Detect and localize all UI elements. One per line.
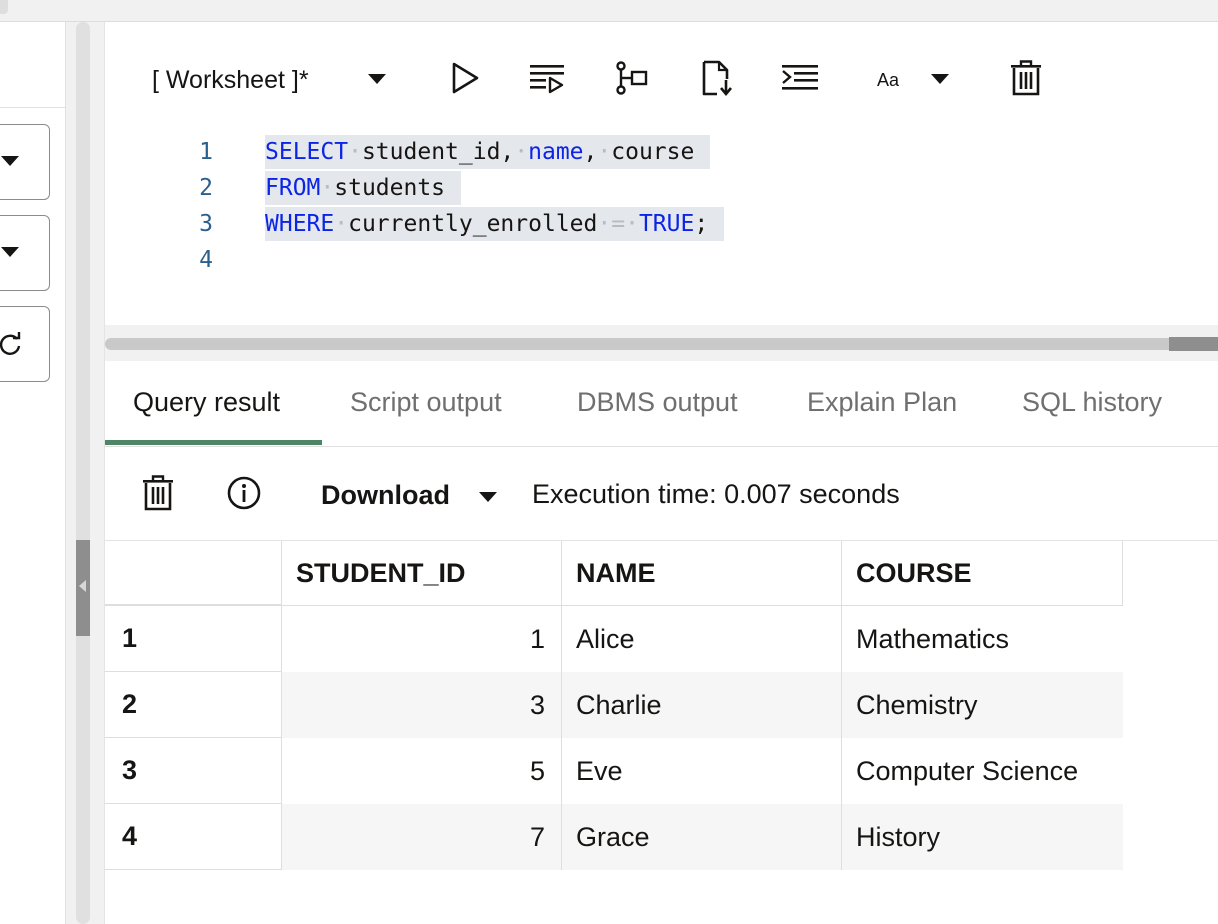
tab-dbms-output[interactable]: DBMS output — [577, 387, 738, 418]
autotrace-button[interactable] — [695, 56, 739, 100]
splitter-collapse-handle[interactable] — [76, 540, 90, 636]
autotrace-icon — [702, 60, 732, 97]
cell-course[interactable]: Chemistry — [842, 672, 1123, 738]
table-row[interactable]: 1 1 Alice Mathematics — [105, 606, 1123, 672]
column-header-name[interactable]: NAME — [562, 541, 842, 605]
cell-student-id[interactable]: 1 — [282, 606, 562, 672]
schema-select-dropdown[interactable] — [0, 124, 50, 200]
format-button[interactable] — [778, 56, 822, 100]
editor-horizontal-scrollbar[interactable] — [105, 325, 1218, 361]
cell-name[interactable]: Eve — [562, 738, 842, 804]
cell-student-id[interactable]: 5 — [282, 738, 562, 804]
worksheet-area: [ Worksheet ]* Aa 1 SELECT·student_id,·n… — [104, 22, 1218, 924]
tab-explain-plan[interactable]: Explain Plan — [807, 387, 957, 418]
run-statement-button[interactable] — [443, 56, 487, 100]
worksheet-menu-chevron-down-icon[interactable] — [368, 74, 386, 84]
trash-icon — [143, 475, 173, 511]
left-panel — [0, 22, 66, 924]
cell-course[interactable]: Mathematics — [842, 606, 1123, 672]
line-number: 3 — [199, 211, 213, 237]
run-script-button[interactable] — [525, 56, 569, 100]
cell-student-id[interactable]: 3 — [282, 672, 562, 738]
line-number: 2 — [199, 175, 213, 201]
top-strip-handle — [0, 0, 8, 14]
tab-query-result[interactable]: Query result — [133, 387, 280, 418]
font-size-icon[interactable]: Aa — [877, 70, 899, 91]
code-line: 1 SELECT·student_id,·name,·course — [105, 134, 1218, 170]
refresh-button[interactable] — [0, 306, 50, 382]
chevron-down-icon — [1, 156, 19, 166]
cell-course[interactable]: Computer Science — [842, 738, 1123, 804]
run-statement-icon — [452, 62, 479, 94]
table-row[interactable]: 4 7 Grace History — [105, 804, 1123, 870]
sql-editor[interactable]: 1 SELECT·student_id,·name,·course 2 FROM… — [105, 125, 1218, 325]
code-text: WHERE·currently_enrolled·=·TRUE; — [265, 207, 725, 241]
worksheet-title: [ Worksheet ]* — [152, 66, 309, 94]
row-number: 3 — [105, 738, 282, 804]
panel-splitter[interactable] — [66, 22, 104, 924]
row-number-header — [105, 541, 282, 605]
collapse-left-icon — [79, 580, 86, 592]
code-text: SELECT·student_id,·name,·course — [265, 135, 711, 169]
scrollbar-thumb[interactable] — [1169, 337, 1218, 351]
info-button[interactable] — [222, 471, 266, 515]
column-header-course[interactable]: COURSE — [842, 541, 1123, 605]
trash-icon — [1011, 60, 1041, 96]
download-chevron-down-icon[interactable] — [479, 492, 497, 502]
row-number: 4 — [105, 804, 282, 870]
cell-name[interactable]: Charlie — [562, 672, 842, 738]
code-line: 3 WHERE·currently_enrolled·=·TRUE; — [105, 206, 1218, 242]
active-tab-indicator — [105, 440, 322, 445]
cell-course[interactable]: History — [842, 804, 1123, 870]
table-row[interactable]: 2 3 Charlie Chemistry — [105, 672, 1123, 738]
explain-plan-icon — [616, 61, 648, 95]
scrollbar-track[interactable] — [105, 338, 1218, 350]
tab-script-output[interactable]: Script output — [350, 387, 502, 418]
code-line: 4 — [105, 242, 1218, 278]
line-number: 4 — [199, 247, 213, 273]
execution-time: Execution time: 0.007 seconds — [532, 479, 900, 509]
code-text: FROM·students — [265, 171, 462, 205]
code-line: 2 FROM·students — [105, 170, 1218, 206]
run-script-icon — [530, 65, 564, 94]
info-icon — [227, 476, 261, 510]
results-toolbar: Download Execution time: 0.007 seconds — [105, 447, 1218, 541]
table-row[interactable]: 3 5 Eve Computer Science — [105, 738, 1123, 804]
tab-sql-history[interactable]: SQL history — [1022, 387, 1162, 418]
top-strip — [0, 0, 1218, 22]
object-type-dropdown[interactable] — [0, 215, 50, 291]
clear-worksheet-button[interactable] — [1004, 56, 1048, 100]
font-size-chevron-down-icon[interactable] — [931, 74, 949, 84]
left-panel-divider — [0, 107, 66, 108]
cell-name[interactable]: Alice — [562, 606, 842, 672]
cell-name[interactable]: Grace — [562, 804, 842, 870]
cell-student-id[interactable]: 7 — [282, 804, 562, 870]
row-number: 2 — [105, 672, 282, 738]
vertical-scrollbar[interactable] — [76, 22, 90, 924]
format-icon — [782, 65, 818, 90]
grid-header-row: STUDENT_ID NAME COURSE — [105, 541, 1123, 606]
chevron-down-icon — [1, 247, 19, 257]
results-grid: STUDENT_ID NAME COURSE 1 1 Alice Mathema… — [105, 541, 1123, 870]
column-header-student-id[interactable]: STUDENT_ID — [282, 541, 562, 605]
download-button[interactable]: Download — [321, 480, 450, 511]
clear-results-button[interactable] — [136, 471, 180, 515]
row-number: 1 — [105, 606, 282, 672]
line-number: 1 — [199, 139, 213, 165]
output-tabs: Query result Script output DBMS output E… — [105, 361, 1218, 447]
explain-plan-button[interactable] — [610, 56, 654, 100]
worksheet-toolbar: [ Worksheet ]* Aa — [105, 52, 1218, 110]
refresh-icon — [0, 332, 21, 355]
